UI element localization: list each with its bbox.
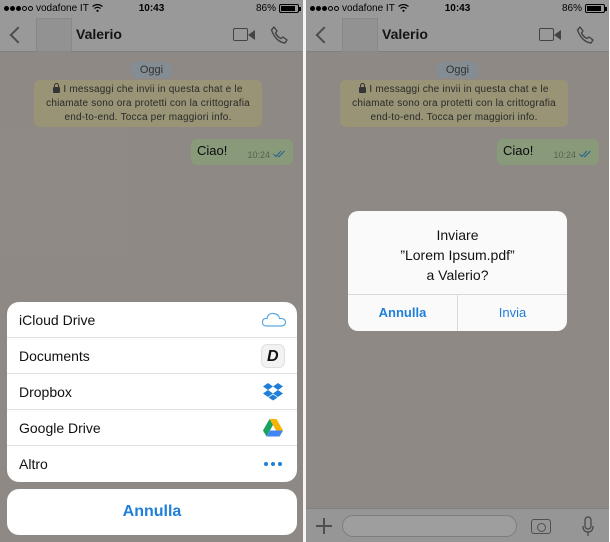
send-confirm-alert: Inviare ”Lorem Ipsum.pdf” a Valerio? Ann… — [348, 211, 567, 331]
cancel-button[interactable]: Annulla — [7, 489, 297, 535]
share-action-sheet: iCloud Drive Documents D Dropbox Google … — [7, 302, 297, 482]
sheet-item-label: Google Drive — [19, 420, 101, 436]
sheet-item-altro[interactable]: Altro — [7, 446, 297, 482]
documents-app-icon: D — [261, 344, 285, 368]
alert-line-2: ”Lorem Ipsum.pdf” — [400, 247, 515, 263]
sheet-item-label: Dropbox — [19, 384, 72, 400]
sheet-item-icloud-drive[interactable]: iCloud Drive — [7, 302, 297, 338]
alert-message: Inviare ”Lorem Ipsum.pdf” a Valerio? — [348, 225, 567, 285]
screen-right-send-alert: vodafone IT 10:43 86% Valerio Oggi I mes… — [306, 0, 609, 542]
alert-send-button[interactable]: Invia — [458, 295, 567, 331]
alert-line-1: Inviare — [436, 227, 479, 243]
sheet-item-google-drive[interactable]: Google Drive — [7, 410, 297, 446]
dropbox-icon — [261, 380, 285, 404]
sheet-item-label: Altro — [19, 456, 48, 472]
sheet-item-label: iCloud Drive — [19, 312, 96, 328]
screen-left-share-sheet: vodafone IT 10:43 86% Valerio Oggi I mes… — [0, 0, 303, 542]
alert-cancel-button[interactable]: Annulla — [348, 295, 458, 331]
alert-buttons: Annulla Invia — [348, 294, 567, 331]
icloud-icon — [261, 308, 287, 332]
sheet-item-dropbox[interactable]: Dropbox — [7, 374, 297, 410]
google-drive-icon — [261, 416, 285, 440]
alert-line-3: a Valerio? — [426, 267, 489, 283]
sheet-item-label: Documents — [19, 348, 90, 364]
more-dots-icon — [261, 452, 285, 476]
sheet-item-documents[interactable]: Documents D — [7, 338, 297, 374]
